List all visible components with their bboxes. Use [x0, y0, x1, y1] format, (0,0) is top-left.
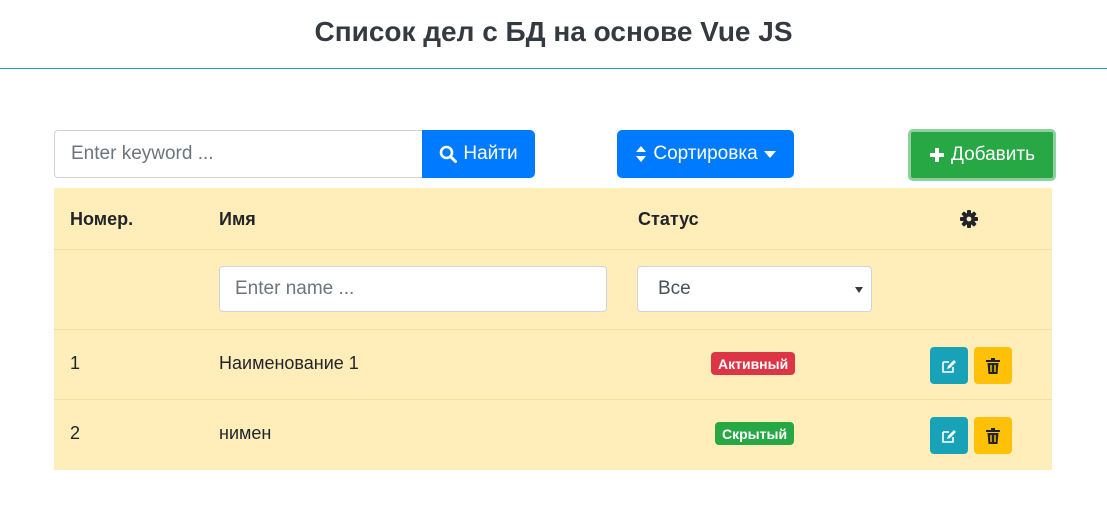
status-filter-select[interactable]: Все: [637, 266, 872, 312]
column-header-number: Номер.: [70, 209, 134, 229]
delete-button[interactable]: [974, 417, 1012, 454]
column-header-name: Имя: [219, 209, 256, 229]
delete-button[interactable]: [974, 347, 1012, 384]
row-number: 2: [70, 423, 81, 443]
plus-icon: [930, 148, 944, 162]
sort-dropdown-button[interactable]: Сортировка: [617, 130, 794, 178]
status-badge: Активный: [711, 352, 796, 375]
edit-button[interactable]: [930, 347, 968, 384]
column-header-status: Статус: [638, 209, 699, 229]
gear-icon: [960, 210, 978, 228]
search-button-label: Найти: [463, 143, 518, 164]
trash-icon: [986, 427, 1000, 444]
table-row: 1 Наименование 1 Активный: [54, 330, 1052, 400]
page-title: Список дел с БД на основе Vue JS: [314, 16, 793, 47]
table-filter-row: Все: [54, 250, 1052, 330]
sort-button-label: Сортировка: [653, 143, 758, 164]
search-input[interactable]: [54, 130, 424, 178]
status-filter-value: Все: [658, 278, 691, 299]
table-header-row: Номер. Имя Статус: [54, 188, 1052, 250]
tasks-table: Номер. Имя Статус Все 1 Наименование 1 А…: [54, 188, 1052, 470]
trash-icon: [986, 357, 1000, 374]
status-badge: Скрытый: [715, 422, 795, 445]
name-filter-input[interactable]: [219, 266, 607, 312]
edit-icon: [942, 429, 956, 443]
add-button-label: Добавить: [951, 144, 1035, 165]
table-row: 2 нимен Скрытый: [54, 400, 1052, 470]
row-number: 1: [70, 353, 81, 373]
search-icon: [440, 145, 458, 163]
row-name: Наименование 1: [219, 353, 359, 373]
page-header: Список дел с БД на основе Vue JS: [0, 0, 1107, 69]
caret-down-icon: [763, 150, 776, 158]
add-button[interactable]: Добавить: [908, 129, 1056, 181]
search-button[interactable]: Найти: [422, 130, 535, 178]
edit-icon: [942, 359, 956, 373]
row-name: нимен: [219, 423, 272, 443]
edit-button[interactable]: [930, 417, 968, 454]
sort-icon: [636, 146, 647, 162]
select-arrow-icon: [855, 287, 863, 293]
